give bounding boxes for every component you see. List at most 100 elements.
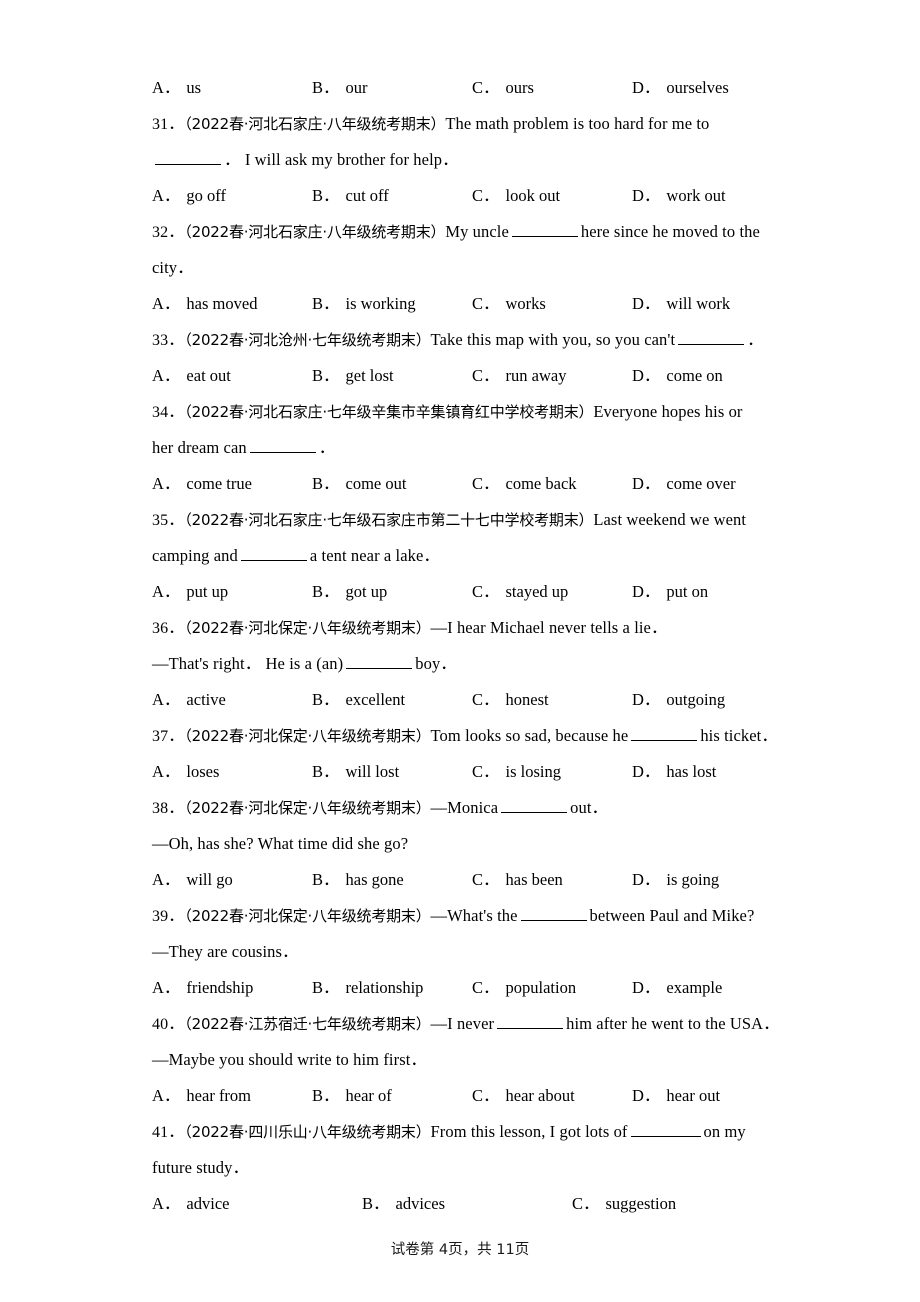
question-text: here since he moved to the — [580, 222, 760, 241]
option-b[interactable]: B． our — [312, 70, 472, 106]
question-text: camping and — [152, 546, 238, 565]
option-b[interactable]: B． excellent — [312, 682, 472, 718]
option-c[interactable]: C． works — [472, 286, 632, 322]
option-b[interactable]: B． got up — [312, 574, 472, 610]
option-a[interactable]: A． has moved — [152, 286, 312, 322]
option-text: put on — [666, 582, 709, 601]
option-d[interactable]: D． example — [632, 970, 792, 1006]
option-mark: D． — [632, 474, 661, 493]
option-c[interactable]: C． stayed up — [472, 574, 632, 610]
question-stem: 31．（2022春·河北石家庄·八年级统考期末）The math problem… — [152, 106, 780, 142]
option-c[interactable]: C． honest — [472, 682, 632, 718]
option-mark: D． — [632, 1086, 661, 1105]
answer-blank[interactable] — [240, 546, 307, 561]
question-stem-cont: —Oh, has she? What time did she go? — [152, 826, 780, 862]
question-text: —I never — [430, 1014, 495, 1033]
option-mark: A． — [152, 366, 181, 385]
option-b[interactable]: B． will lost — [312, 754, 472, 790]
exam-page: A． us B． our C． ours D． ourselves 31．（2022春·… — [0, 0, 920, 1302]
answer-blank[interactable] — [497, 1014, 564, 1029]
option-c[interactable]: C． run away — [472, 358, 632, 394]
option-text: active — [186, 690, 226, 709]
option-d[interactable]: D． will work — [632, 286, 792, 322]
option-a[interactable]: A． us — [152, 70, 312, 106]
question-list: A． us B． our C． ours D． ourselves 31．（2022春·… — [152, 70, 780, 1222]
option-text: run away — [505, 366, 567, 385]
answer-blank[interactable] — [678, 330, 745, 345]
option-b[interactable]: B． cut off — [312, 178, 472, 214]
option-mark: A． — [152, 186, 181, 205]
question-text: boy． — [415, 654, 457, 673]
option-row: A． will go B． has gone C． has been D． is goi… — [152, 862, 780, 898]
option-mark: A． — [152, 870, 181, 889]
question-number: 37． — [152, 728, 185, 745]
option-mark: B． — [312, 294, 340, 313]
option-a[interactable]: A． friendship — [152, 970, 312, 1006]
answer-blank[interactable] — [511, 222, 578, 237]
option-text: come on — [666, 366, 723, 385]
option-a[interactable]: A． eat out — [152, 358, 312, 394]
answer-blank[interactable] — [501, 798, 568, 813]
option-a[interactable]: A． will go — [152, 862, 312, 898]
option-c[interactable]: C． population — [472, 970, 632, 1006]
question-text: him after he went to the USA． — [566, 1014, 780, 1033]
option-c[interactable]: C． hear about — [472, 1078, 632, 1114]
answer-blank[interactable] — [155, 150, 221, 165]
option-d[interactable]: D． has lost — [632, 754, 792, 790]
answer-blank[interactable] — [346, 654, 413, 669]
option-mark: B． — [312, 186, 340, 205]
option-d[interactable]: D． come on — [632, 358, 792, 394]
option-c[interactable]: C． come back — [472, 466, 632, 502]
question-source: （2022春·河北石家庄·七年级辛集市辛集镇育红中学校考期末） — [184, 403, 594, 421]
option-a[interactable]: A． come true — [152, 466, 312, 502]
question-source: （2022春·河北保定·八年级统考期末） — [184, 619, 431, 637]
option-text: hear from — [186, 1086, 252, 1105]
option-d[interactable]: D． outgoing — [632, 682, 792, 718]
option-d[interactable]: D． put on — [632, 574, 792, 610]
option-text: come back — [505, 474, 577, 493]
answer-blank[interactable] — [520, 906, 587, 921]
option-b[interactable]: B． hear of — [312, 1078, 472, 1114]
option-a[interactable]: A． active — [152, 682, 312, 718]
option-b[interactable]: B． advices — [362, 1186, 572, 1222]
option-mark: C． — [472, 366, 500, 385]
option-d[interactable]: D． is going — [632, 862, 792, 898]
option-mark: B． — [312, 474, 340, 493]
option-b[interactable]: B． get lost — [312, 358, 472, 394]
option-mark: A． — [152, 1086, 181, 1105]
option-row: A． us B． our C． ours D． ourselves — [152, 70, 780, 106]
option-text: works — [505, 294, 546, 313]
option-b[interactable]: B． is working — [312, 286, 472, 322]
option-text: suggestion — [605, 1194, 677, 1213]
option-d[interactable]: D． hear out — [632, 1078, 792, 1114]
option-a[interactable]: A． loses — [152, 754, 312, 790]
question-number: 35． — [152, 512, 185, 529]
option-c[interactable]: C． ours — [472, 70, 632, 106]
option-mark: A． — [152, 762, 181, 781]
question-stem: 35．（2022春·河北石家庄·七年级石家庄市第二十七中学校考期末）Last w… — [152, 502, 780, 538]
question-stem-cont: future study． — [152, 1150, 780, 1186]
answer-blank[interactable] — [630, 1122, 701, 1137]
option-mark: C． — [472, 474, 500, 493]
option-c[interactable]: C． has been — [472, 862, 632, 898]
option-d[interactable]: D． come over — [632, 466, 792, 502]
option-b[interactable]: B． relationship — [312, 970, 472, 1006]
option-a[interactable]: A． put up — [152, 574, 312, 610]
answer-blank[interactable] — [631, 726, 698, 741]
option-text: eat out — [186, 366, 231, 385]
option-c[interactable]: C． look out — [472, 178, 632, 214]
option-c[interactable]: C． is losing — [472, 754, 632, 790]
option-mark: D． — [632, 870, 661, 889]
option-b[interactable]: B． has gone — [312, 862, 472, 898]
option-d[interactable]: D． work out — [632, 178, 792, 214]
question-number: 32． — [152, 224, 185, 241]
option-a[interactable]: A． advice — [152, 1186, 362, 1222]
option-text: population — [505, 978, 577, 997]
option-b[interactable]: B． come out — [312, 466, 472, 502]
question-source: （2022春·河北保定·八年级统考期末） — [184, 727, 431, 745]
option-c[interactable]: C． suggestion — [572, 1186, 782, 1222]
option-d[interactable]: D． ourselves — [632, 70, 792, 106]
answer-blank[interactable] — [249, 438, 316, 453]
option-a[interactable]: A． go off — [152, 178, 312, 214]
option-a[interactable]: A． hear from — [152, 1078, 312, 1114]
